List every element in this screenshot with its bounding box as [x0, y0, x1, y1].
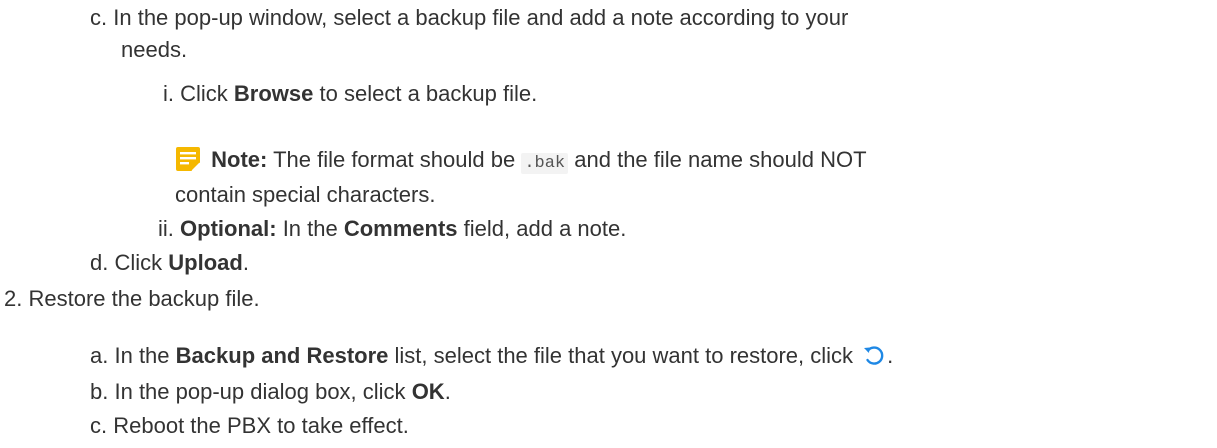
substep-ii: ii. Optional: In the Comments field, add… [158, 215, 626, 243]
note: Note: The file format should be .bak and… [175, 146, 867, 179]
note-text: contain special characters. [175, 182, 436, 207]
step-marker: a. [90, 343, 109, 368]
note-text: The file format should be [273, 147, 516, 172]
note-continued: contain special characters. [175, 181, 435, 209]
step-c: c. In the pop-up window, select a backup… [90, 4, 848, 32]
step-text: In the [114, 343, 170, 368]
substep-i: i. Click Browse to select a backup file. [163, 80, 537, 108]
step-text: Reboot the PBX to take effect. [113, 413, 409, 438]
step-d: d. Click Upload. [90, 249, 249, 277]
step-text: . [887, 343, 894, 368]
step-c-continued: needs. [121, 36, 187, 64]
note-icon [175, 146, 201, 179]
ui-label-ok: OK [411, 379, 445, 404]
substep-text: field, add a note. [463, 216, 627, 241]
note-text: and the file name should NOT [574, 147, 867, 172]
step-c-reboot: c. Reboot the PBX to take effect. [90, 412, 409, 440]
step-marker: b. [90, 379, 109, 404]
substep-text: In the [282, 216, 338, 241]
optional-label: Optional: [180, 216, 277, 241]
file-extension-code: .bak [521, 153, 569, 174]
step-text: . [242, 250, 249, 275]
step-b: b. In the pop-up dialog box, click OK. [90, 378, 451, 406]
step-text: list, select the file that you want to r… [394, 343, 854, 368]
step-marker: d. [90, 250, 109, 275]
ui-label-comments: Comments [343, 216, 458, 241]
step-text: Click [114, 250, 163, 275]
substep-text: to select a backup file. [319, 81, 538, 106]
step-text: needs. [121, 37, 188, 62]
step-text: . [444, 379, 451, 404]
step-a: a. In the Backup and Restore list, selec… [90, 342, 893, 374]
note-label: Note: [211, 147, 268, 172]
step-marker: 2. [4, 286, 23, 311]
step-marker: c. [90, 5, 108, 30]
ui-label-browse: Browse [233, 81, 314, 106]
substep-text: Click [180, 81, 228, 106]
step-text: Restore the backup file. [28, 286, 260, 311]
step-marker: c. [90, 413, 108, 438]
substep-marker: ii. [158, 216, 174, 241]
step-2: 2. Restore the backup file. [4, 285, 260, 313]
ui-label-backup-and-restore: Backup and Restore [175, 343, 389, 368]
ui-label-upload: Upload [168, 250, 243, 275]
step-text: In the pop-up dialog box, click [114, 379, 406, 404]
restore-icon [861, 343, 887, 374]
step-text: In the pop-up window, select a backup fi… [113, 5, 849, 30]
substep-marker: i. [163, 81, 174, 106]
